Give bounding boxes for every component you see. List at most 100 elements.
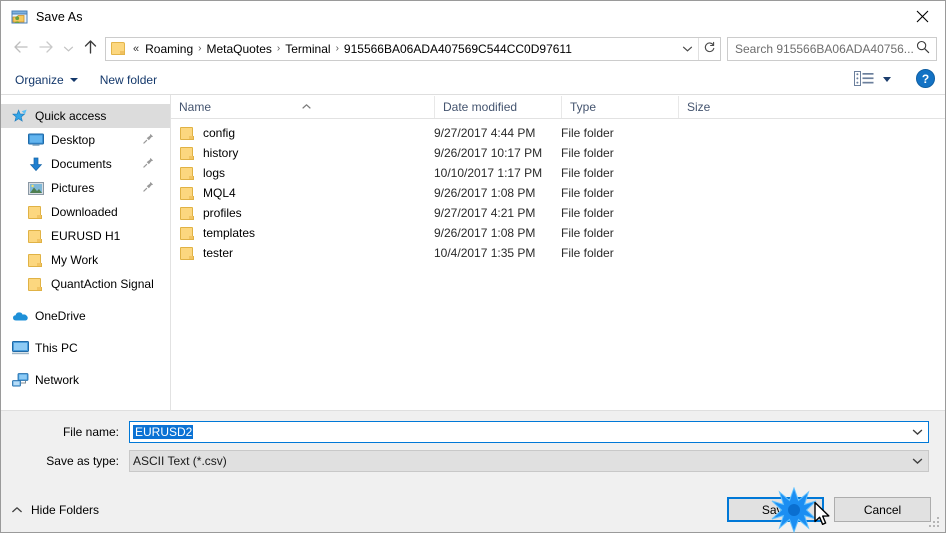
folder-icon (180, 246, 196, 260)
breadcrumb-separator[interactable]: › (195, 38, 204, 60)
save-button[interactable]: Save (727, 497, 824, 522)
help-button[interactable]: ? (916, 68, 935, 91)
column-header-label: Size (687, 100, 711, 114)
table-row[interactable]: profiles 9/27/2017 4:21 PM File folder (171, 203, 945, 223)
breadcrumb-item-roaming[interactable]: Roaming (143, 38, 195, 60)
date-modified-cell: 9/26/2017 1:08 PM (434, 226, 536, 240)
dialog-footer: Hide Folders Save Cancel (1, 487, 945, 532)
pin-icon[interactable] (143, 157, 154, 171)
sidebar-item-onedrive[interactable]: OneDrive (1, 304, 170, 328)
sidebar-item-label: This PC (35, 341, 78, 355)
column-header-type[interactable]: Type (561, 96, 678, 118)
help-question-icon: ? (916, 68, 935, 91)
type-cell: File folder (561, 206, 614, 220)
address-bar[interactable]: « Roaming › MetaQuotes › Terminal › 9155… (105, 36, 721, 61)
pictures-icon (27, 180, 45, 196)
save-as-dialog: Save As « Roaming › MetaQuotes › Termina… (0, 0, 946, 533)
forward-button[interactable] (33, 36, 59, 62)
file-name-label: File name: (62, 425, 119, 439)
date-modified-cell: 9/26/2017 1:08 PM (434, 186, 536, 200)
breadcrumb-overflow[interactable]: « (131, 38, 143, 60)
date-modified-cell: 10/10/2017 1:17 PM (434, 166, 543, 180)
search-input[interactable]: Search 915566BA06ADA40756... (727, 36, 937, 61)
folder-icon (27, 204, 45, 220)
file-name-input[interactable]: EURUSD2 (129, 421, 929, 443)
sidebar-item-my-work[interactable]: My Work (1, 248, 170, 272)
refresh-icon (703, 41, 716, 57)
file-rows: config 9/27/2017 4:44 PM File folder his… (171, 119, 945, 410)
sidebar-item-eurusd-h1[interactable]: EURUSD H1 (1, 224, 170, 248)
sidebar-item-label: Desktop (51, 133, 96, 147)
table-row[interactable]: config 9/27/2017 4:44 PM File folder (171, 123, 945, 143)
column-header-name[interactable]: Name (171, 96, 434, 118)
sidebar-item-label: Downloaded (51, 205, 118, 219)
new-folder-label: New folder (99, 72, 158, 87)
file-name-dropdown-button[interactable] (906, 422, 928, 442)
sidebar-item-quantaction-signal[interactable]: QuantAction Signal (1, 272, 170, 296)
breadcrumb-item-metaquotes[interactable]: MetaQuotes (205, 38, 274, 60)
type-cell: File folder (561, 246, 614, 260)
sidebar-item-network[interactable]: Network (1, 368, 170, 392)
type-cell: File folder (561, 166, 614, 180)
folder-icon (27, 276, 45, 292)
table-row[interactable]: MQL4 9/26/2017 1:08 PM File folder (171, 183, 945, 203)
sidebar-item-label: OneDrive (35, 309, 86, 323)
file-name-row: File name: EURUSD2 (17, 421, 929, 443)
pin-icon[interactable] (143, 181, 154, 195)
file-name-cell: templates (171, 226, 434, 240)
save-as-type-row: Save as type: ASCII Text (*.csv) (17, 450, 929, 472)
file-name-label: profiles (203, 206, 242, 220)
cancel-button[interactable]: Cancel (834, 497, 931, 522)
sidebar-item-downloaded[interactable]: Downloaded (1, 200, 170, 224)
breadcrumb-separator[interactable]: › (274, 38, 283, 60)
file-name-cell: config (171, 126, 434, 140)
up-button[interactable] (77, 36, 103, 62)
organize-button[interactable]: Organize (15, 73, 78, 87)
address-dropdown-button[interactable] (676, 38, 698, 60)
sidebar-item-this-pc[interactable]: This PC (1, 336, 170, 360)
pin-icon[interactable] (143, 133, 154, 147)
folder-icon (27, 252, 45, 268)
file-list-pane: Name Date modified Type Size config 9/27… (171, 95, 945, 410)
breadcrumb-item-guid[interactable]: 915566BA06ADA407569C544CC0D97611 (342, 38, 574, 60)
close-button[interactable] (899, 1, 945, 32)
chevron-down-icon (63, 42, 74, 56)
chevron-up-icon (11, 506, 23, 514)
refresh-button[interactable] (698, 37, 720, 60)
chevron-down-icon (912, 425, 923, 439)
sidebar-item-pictures[interactable]: Pictures (1, 176, 170, 200)
breadcrumb-item-terminal[interactable]: Terminal (283, 38, 332, 60)
sidebar-item-label: Pictures (51, 181, 95, 195)
search-icon (916, 40, 930, 57)
column-header-size[interactable]: Size (678, 96, 755, 118)
date-modified-cell: 9/27/2017 4:44 PM (434, 126, 536, 140)
change-view-button[interactable] (854, 70, 891, 89)
file-name-label: history (203, 146, 239, 160)
search-placeholder-text: Search 915566BA06ADA40756... (735, 41, 914, 56)
save-as-type-value: ASCII Text (*.csv) (133, 454, 227, 468)
sidebar-item-quick-access[interactable]: Quick access (1, 104, 170, 128)
table-row[interactable]: tester 10/4/2017 1:35 PM File folder (171, 243, 945, 263)
resize-grip-icon[interactable] (929, 517, 941, 529)
dialog-body: Quick access Desktop Documents Pictures … (1, 95, 945, 410)
back-button[interactable] (7, 36, 33, 62)
column-header-date-modified[interactable]: Date modified (434, 96, 561, 118)
new-folder-button[interactable]: New folder (100, 73, 157, 87)
type-cell: File folder (561, 186, 614, 200)
table-row[interactable]: templates 9/26/2017 1:08 PM File folder (171, 223, 945, 243)
save-as-type-dropdown-button[interactable] (906, 451, 928, 471)
sidebar-item-documents[interactable]: Documents (1, 152, 170, 176)
arrow-right-icon (38, 40, 55, 57)
star-pin-icon (11, 108, 29, 124)
type-cell: File folder (561, 146, 614, 160)
desktop-icon (27, 132, 45, 148)
sidebar-item-desktop[interactable]: Desktop (1, 128, 170, 152)
save-as-type-select[interactable]: ASCII Text (*.csv) (129, 450, 929, 472)
breadcrumb-separator[interactable]: › (333, 38, 342, 60)
recent-locations-button[interactable] (59, 36, 77, 62)
network-icon (11, 372, 29, 388)
hide-folders-button[interactable]: Hide Folders (11, 503, 99, 517)
file-name-label: MQL4 (203, 186, 236, 200)
table-row[interactable]: history 9/26/2017 10:17 PM File folder (171, 143, 945, 163)
table-row[interactable]: logs 10/10/2017 1:17 PM File folder (171, 163, 945, 183)
